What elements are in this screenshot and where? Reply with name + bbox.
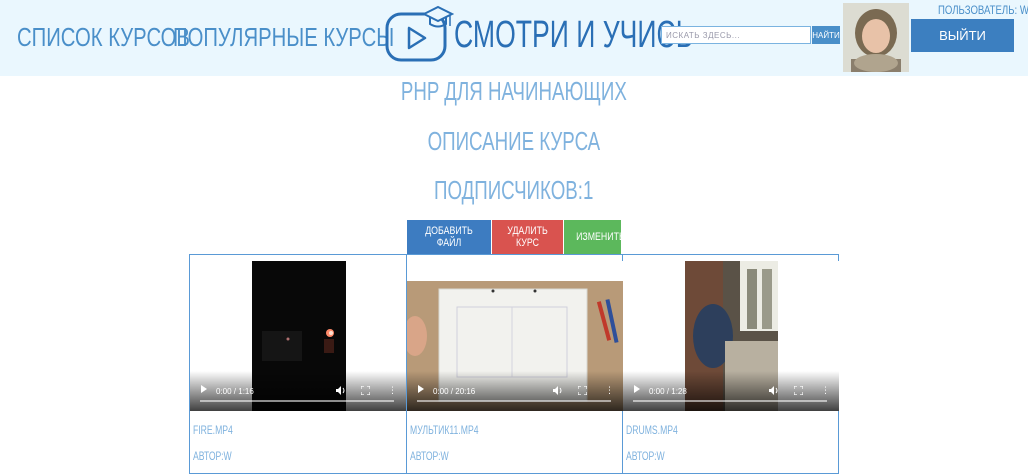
edit-course-button[interactable]: ИЗМЕНИТЬ — [564, 220, 625, 254]
fullscreen-icon[interactable] — [361, 386, 370, 395]
video-progress[interactable] — [417, 400, 611, 402]
video-time: 0:00 / 1:28 — [649, 387, 687, 396]
add-file-button[interactable]: ДОБАВИТЬ ФАЙЛ — [407, 220, 491, 254]
course-description: ОПИСАНИЕ КУРСА — [427, 126, 601, 156]
video-progress[interactable] — [633, 400, 827, 402]
logo-icon[interactable] — [384, 4, 454, 68]
user-label: ПОЛЬЗОВАТЕЛЬ: W — [938, 3, 1028, 17]
play-icon[interactable] — [201, 385, 207, 393]
video-time: 0:00 / 20:16 — [433, 387, 476, 396]
nav-course-list[interactable]: СПИСОК КУРСОВ — [17, 22, 190, 53]
volume-icon[interactable] — [552, 385, 563, 396]
fullscreen-icon[interactable] — [578, 386, 587, 395]
top-header: СПИСОК КУРСОВ ПОПУЛЯРНЫЕ КУРСЫ СМОТРИ И … — [0, 0, 1028, 76]
video-player[interactable]: 0:00 / 1:16 ⋮ — [190, 261, 406, 411]
file-card: 0:00 / 20:16 ⋮ МУЛЬТИК11.MP4 АВТОР:W — [407, 255, 623, 473]
nav-popular-courses[interactable]: ПОПУЛЯРНЫЕ КУРСЫ — [173, 22, 394, 53]
play-icon[interactable] — [418, 385, 424, 393]
video-progress[interactable] — [200, 400, 394, 402]
avatar — [843, 3, 909, 72]
file-grid: 0:00 / 1:16 ⋮ FIRE.MP4 АВТОР:W — [189, 254, 839, 474]
file-card: 0:00 / 1:28 ⋮ DRUMS.MP4 АВТОР:W — [623, 255, 839, 473]
search-button[interactable]: НАЙТИ — [812, 26, 840, 44]
file-name[interactable]: FIRE.MP4 — [193, 423, 233, 437]
volume-icon[interactable] — [335, 385, 346, 396]
play-icon[interactable] — [634, 385, 640, 393]
logout-button[interactable]: ВЫЙТИ — [911, 19, 1014, 52]
more-vertical-icon[interactable]: ⋮ — [605, 387, 614, 396]
file-name[interactable]: DRUMS.MP4 — [626, 423, 678, 437]
file-author: АВТОР:W — [193, 449, 232, 463]
brand-title[interactable]: СМОТРИ И УЧИСЬ — [454, 14, 693, 57]
subscriber-count: ПОДПИСЧИКОВ:1 — [434, 175, 594, 205]
file-card: 0:00 / 1:16 ⋮ FIRE.MP4 АВТОР:W — [190, 255, 407, 473]
course-title: PHP ДЛЯ НАЧИНАЮЩИХ — [401, 76, 627, 106]
video-player[interactable]: 0:00 / 20:16 ⋮ — [407, 261, 623, 411]
video-time: 0:00 / 1:16 — [216, 387, 254, 396]
fullscreen-icon[interactable] — [794, 386, 803, 395]
file-name[interactable]: МУЛЬТИК11.MP4 — [410, 423, 479, 437]
file-author: АВТОР:W — [410, 449, 449, 463]
more-vertical-icon[interactable]: ⋮ — [388, 387, 397, 396]
delete-course-button[interactable]: УДАЛИТЬ КУРС — [492, 220, 563, 254]
file-author: АВТОР:W — [626, 449, 665, 463]
volume-icon[interactable] — [768, 385, 779, 396]
more-vertical-icon[interactable]: ⋮ — [821, 387, 830, 396]
search-input[interactable] — [661, 26, 811, 44]
video-player[interactable]: 0:00 / 1:28 ⋮ — [623, 261, 839, 411]
